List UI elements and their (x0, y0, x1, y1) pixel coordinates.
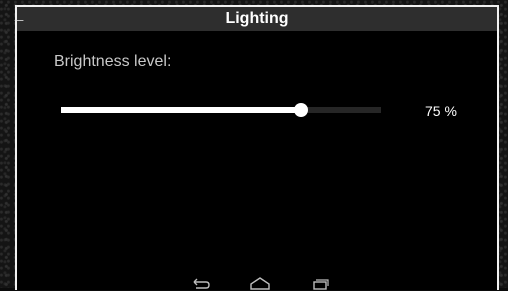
brightness-label: Brightness level: (54, 53, 172, 70)
slider-fill (61, 107, 301, 113)
title-bar: ← Lighting (12, 7, 497, 31)
system-nav-bar (17, 275, 497, 291)
brightness-value: 75 % (425, 103, 457, 119)
slider-thumb[interactable] (294, 103, 308, 117)
page-title: Lighting (225, 10, 289, 27)
recent-apps-icon[interactable] (308, 275, 332, 291)
lighting-dialog: ← Lighting Brightness level: 75 % (12, 5, 499, 291)
back-nav-icon[interactable] (188, 275, 212, 291)
brightness-slider[interactable] (61, 103, 381, 117)
home-nav-icon[interactable] (248, 275, 272, 291)
